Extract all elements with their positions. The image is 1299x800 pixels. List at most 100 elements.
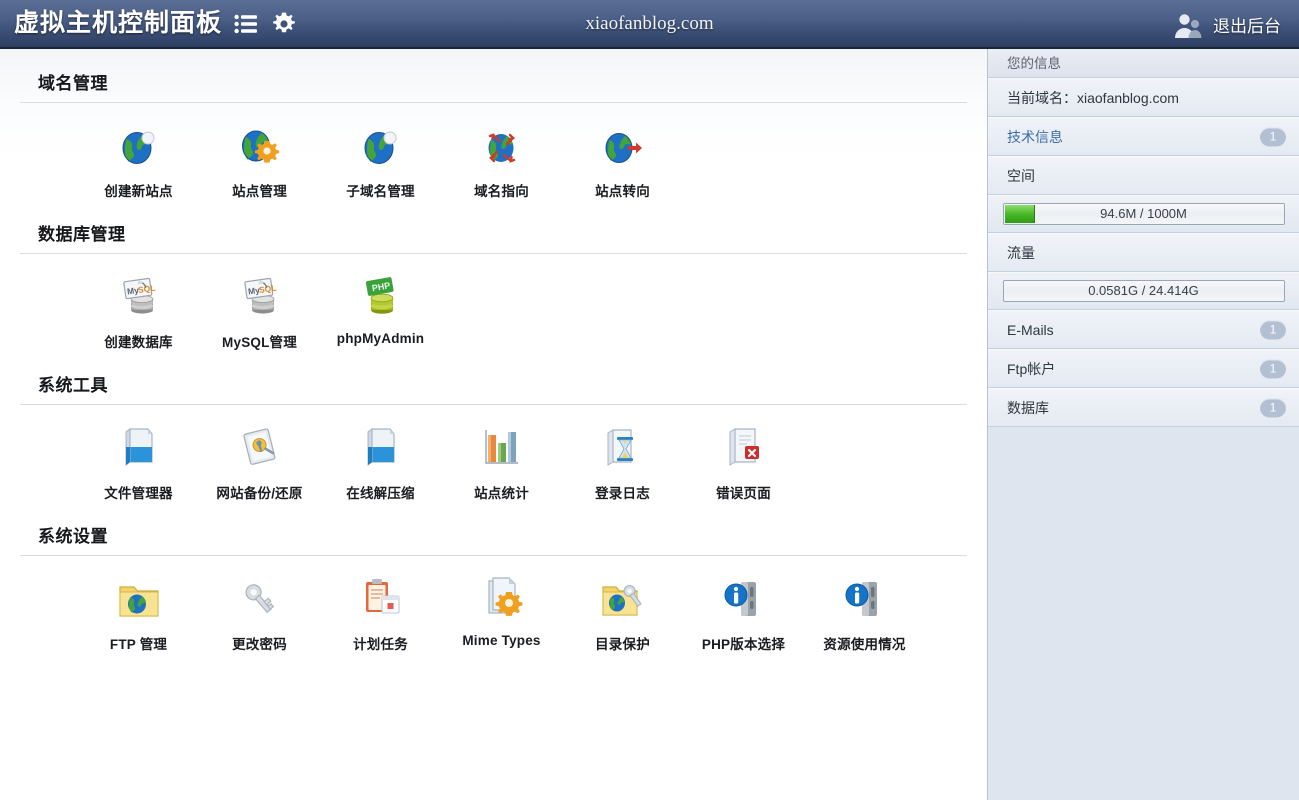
tile-caption: 文件管理器 (104, 486, 173, 501)
tile-row: FTP 管理 更改密码 计划任务 Mime Types 目录保护 PHP版本选择… (0, 556, 987, 653)
sidebar-row-tech-info[interactable]: 技术信息 1 (988, 117, 1299, 156)
user-icon (1173, 11, 1203, 39)
globe-pin-icon (441, 117, 562, 169)
tile-globe-arrow[interactable]: 站点转向 (562, 117, 683, 200)
sidebar-row-space: 空间 (988, 156, 1299, 195)
tile-info-server[interactable]: 资源使用情况 (804, 570, 925, 653)
tile-caption: FTP 管理 (109, 637, 168, 652)
tile-caption: 创建新站点 (104, 184, 173, 199)
tile-backup-disk[interactable]: 网站备份/还原 (199, 419, 320, 502)
globe-new-icon (78, 117, 199, 169)
section-3: 系统工具 文件管理器 网站备份/还原 在线解压缩 站点统计 登录日志 错误页面 (0, 351, 987, 502)
header-icon-group (234, 11, 297, 37)
svg-text:SQL: SQL (258, 283, 277, 295)
tile-ftp-folder[interactable]: FTP 管理 (78, 570, 199, 653)
section-title: 系统工具 (38, 376, 108, 395)
tile-bar-chart[interactable]: 站点统计 (441, 419, 562, 502)
sidebar-heading: 您的信息 (988, 49, 1299, 78)
tile-caption: 更改密码 (232, 637, 287, 652)
tile-mysql-manage[interactable]: My SQL MySQL管理 (199, 268, 320, 351)
tile-key[interactable]: 更改密码 (199, 570, 320, 653)
tile-caption: phpMyAdmin (336, 331, 425, 346)
tile-caption: 目录保护 (595, 637, 650, 652)
sidebar-row-label: Ftp帐户 (1007, 361, 1056, 377)
folder-protect-icon (562, 570, 683, 622)
tile-caption: 资源使用情况 (823, 637, 906, 652)
tile-caption: 登录日志 (595, 486, 650, 501)
info-sidebar: 您的信息 当前域名：xiaofanblog.com 技术信息 1 空间 94.6… (987, 49, 1299, 800)
tile-clipboard-calendar[interactable]: 计划任务 (320, 570, 441, 653)
current-domain-label: 当前域名：xiaofanblog.com (1007, 90, 1179, 106)
info-server-icon (804, 570, 925, 622)
sidebar-row-数据库[interactable]: 数据库 1 (988, 388, 1299, 427)
traffic-meter: 0.0581G / 24.414G (1002, 280, 1285, 302)
globe-arrow-icon (562, 117, 683, 169)
space-meter-text: 94.6M / 1000M (1100, 206, 1187, 221)
top-header: 虚拟主机控制面板 xiaofanblog.com 退出后台 (0, 0, 1299, 49)
tile-caption: 站点管理 (232, 184, 287, 199)
logout-label[interactable]: 退出后台 (1213, 12, 1281, 37)
unzip-icon (320, 419, 441, 471)
file-manager-icon (78, 419, 199, 471)
tile-caption: 站点统计 (474, 486, 529, 501)
tile-info-server[interactable]: PHP版本选择 (683, 570, 804, 653)
tile-mime-gear[interactable]: Mime Types (441, 570, 562, 653)
tile-unzip[interactable]: 在线解压缩 (320, 419, 441, 502)
tile-globe-new[interactable]: 创建新站点 (78, 117, 199, 200)
space-meter: 94.6M / 1000M (1002, 203, 1285, 225)
section-title: 系统设置 (38, 527, 108, 546)
tile-hourglass-log[interactable]: 登录日志 (562, 419, 683, 502)
globe-sub-icon (320, 117, 441, 169)
section-title: 数据库管理 (38, 225, 126, 244)
main-content: 域名管理 创建新站点 站点管理 子域名管理 域名指向 站点转向 数据库管理 My… (0, 49, 987, 800)
globe-gear-icon (199, 117, 320, 169)
tile-caption: MySQL管理 (222, 335, 297, 350)
tile-globe-pin[interactable]: 域名指向 (441, 117, 562, 200)
tile-caption: Mime Types (462, 633, 541, 648)
tile-caption: 域名指向 (474, 184, 529, 199)
tile-error-page[interactable]: 错误页面 (683, 419, 804, 502)
tile-file-manager[interactable]: 文件管理器 (78, 419, 199, 502)
tile-caption: PHP版本选择 (701, 637, 786, 652)
sidebar-row-space-meter: 94.6M / 1000M (988, 195, 1299, 233)
error-page-icon (683, 419, 804, 471)
sidebar-row-label: E-Mails (1007, 322, 1054, 338)
gear-icon[interactable] (271, 11, 297, 37)
section-4: 系统设置 FTP 管理 更改密码 计划任务 Mime Types 目录保护 PH… (0, 502, 987, 653)
tile-caption: 网站备份/还原 (216, 486, 303, 501)
mysql-manage-icon: My SQL (199, 268, 320, 320)
svg-text:SQL: SQL (137, 283, 156, 295)
logout-area[interactable]: 退出后台 (1173, 0, 1281, 49)
key-icon (199, 570, 320, 622)
space-label: 空间 (1007, 168, 1035, 184)
mime-gear-icon (441, 570, 562, 622)
tile-globe-gear[interactable]: 站点管理 (199, 117, 320, 200)
sidebar-row-e-mails[interactable]: E-Mails 1 (988, 310, 1299, 349)
tile-row: My SQL 创建数据库 My SQL MySQL管理 PHP phpMyAdm… (0, 254, 987, 351)
tech-info-label: 技术信息 (1007, 129, 1063, 145)
info-server-icon (683, 570, 804, 622)
phpmyadmin-icon: PHP (320, 268, 441, 320)
sidebar-row-current-domain: 当前域名：xiaofanblog.com (988, 78, 1299, 117)
tile-folder-protect[interactable]: 目录保护 (562, 570, 683, 653)
tile-caption: 计划任务 (353, 637, 408, 652)
clipboard-calendar-icon (320, 570, 441, 622)
control-panel-page: 虚拟主机控制面板 xiaofanblog.com 退出后台 域名管理 创建新站点… (0, 0, 1299, 800)
section-title: 域名管理 (38, 74, 108, 93)
section-2: 数据库管理 My SQL 创建数据库 My SQL MySQL管理 PHP ph… (0, 200, 987, 351)
tile-row: 文件管理器 网站备份/还原 在线解压缩 站点统计 登录日志 错误页面 (0, 405, 987, 502)
tile-caption: 站点转向 (595, 184, 650, 199)
section-1: 域名管理 创建新站点 站点管理 子域名管理 域名指向 站点转向 (0, 49, 987, 200)
tile-caption: 错误页面 (716, 486, 771, 501)
mysql-new-icon: My SQL (78, 268, 199, 320)
sidebar-row-traffic: 流量 (988, 233, 1299, 272)
tile-phpmyadmin[interactable]: PHP phpMyAdmin (320, 268, 441, 351)
backup-disk-icon (199, 419, 320, 471)
list-icon[interactable] (234, 14, 258, 34)
sidebar-row-badge: 1 (1260, 320, 1286, 339)
traffic-label: 流量 (1007, 245, 1035, 261)
tile-globe-sub[interactable]: 子域名管理 (320, 117, 441, 200)
bar-chart-icon (441, 419, 562, 471)
tile-mysql-new[interactable]: My SQL 创建数据库 (78, 268, 199, 351)
sidebar-row-ftp帐户[interactable]: Ftp帐户 1 (988, 349, 1299, 388)
